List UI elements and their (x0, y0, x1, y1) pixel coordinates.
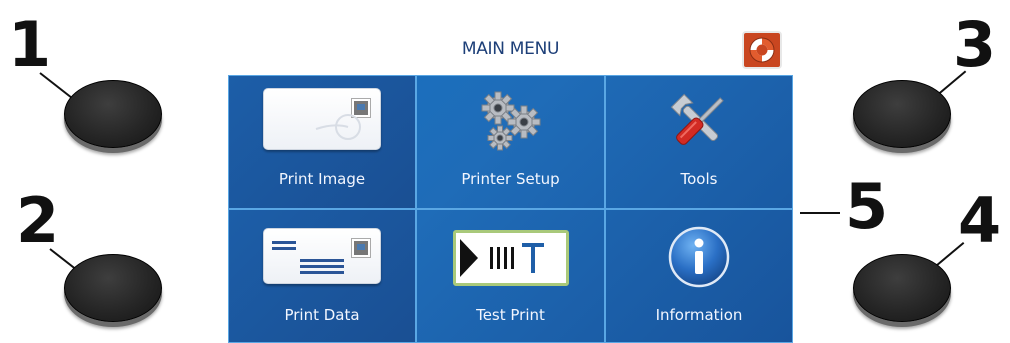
tile-label: Printer Setup (461, 170, 560, 188)
callout-1: 1 (8, 8, 52, 81)
leader-line-1 (39, 72, 74, 100)
print-data-card-icon (263, 228, 381, 284)
touch-screen: MAIN MENU Print Image Printer Setup Tool… (228, 30, 793, 343)
tile-label: Print Data (284, 306, 360, 324)
help-button[interactable] (742, 31, 782, 69)
hardware-button-2[interactable] (64, 254, 162, 322)
page-title: MAIN MENU (461, 39, 560, 59)
tile-information[interactable]: Information (605, 209, 793, 343)
tile-printer-setup[interactable]: Printer Setup (416, 75, 605, 209)
tile-print-data[interactable]: Print Data (228, 209, 416, 343)
callout-5: 5 (845, 170, 889, 243)
leader-line-5 (800, 212, 840, 214)
tile-print-image[interactable]: Print Image (228, 75, 416, 209)
tile-test-print[interactable]: Test Print (416, 209, 605, 343)
tile-label: Tools (680, 170, 718, 188)
hardware-button-4[interactable] (853, 254, 951, 322)
info-icon (668, 226, 730, 288)
test-print-icon (452, 230, 569, 286)
tile-label: Print Image (278, 170, 366, 188)
hardware-button-3[interactable] (853, 80, 951, 148)
main-menu-grid: Print Image Printer Setup Tools Print Da… (228, 75, 793, 343)
lifebuoy-help-icon (749, 37, 775, 63)
callout-2: 2 (16, 184, 60, 257)
tile-label: Test Print (476, 306, 545, 324)
screwdriver-wrench-icon (670, 93, 724, 145)
hardware-button-1[interactable] (64, 80, 162, 148)
gears-icon (481, 91, 540, 151)
tile-tools[interactable]: Tools (605, 75, 793, 209)
callout-3: 3 (953, 8, 997, 81)
print-image-card-icon (263, 88, 381, 150)
tile-label: Information (655, 306, 743, 324)
